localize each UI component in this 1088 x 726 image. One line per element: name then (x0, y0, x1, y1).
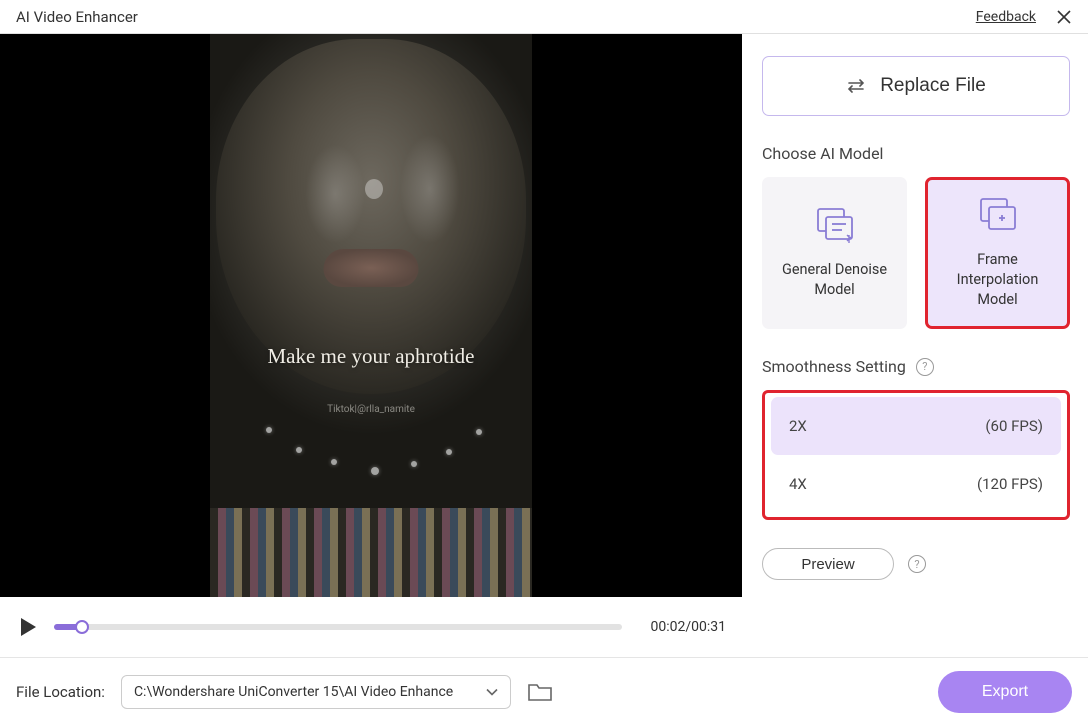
smoothness-header: Smoothness Setting ? (762, 357, 1070, 376)
export-label: Export (982, 683, 1028, 701)
model-frame-interpolation[interactable]: Frame Interpolation Model (925, 177, 1070, 329)
smoothness-label: Smoothness Setting (762, 357, 906, 376)
smoothness-help-icon[interactable]: ? (916, 358, 934, 376)
swap-icon (846, 79, 866, 93)
export-button[interactable]: Export (938, 671, 1072, 713)
smoothness-4x-fps: (120 FPS) (977, 475, 1043, 493)
title-bar: AI Video Enhancer Feedback (0, 0, 1088, 34)
file-path-value: C:\Wondershare UniConverter 15\AI Video … (134, 684, 453, 700)
preview-button[interactable]: Preview (762, 548, 894, 580)
smoothness-4x-mult: 4X (789, 475, 807, 493)
model-section: Choose AI Model General Denoise Model (762, 144, 1070, 329)
model-denoise-label: General Denoise Model (770, 260, 899, 301)
close-icon (1056, 9, 1072, 25)
replace-file-button[interactable]: Replace File (762, 56, 1070, 116)
replace-file-label: Replace File (880, 75, 986, 97)
main-area: Make me your aphrotide Tiktok|@rlla_nami… (0, 34, 1088, 657)
title-right: Feedback (976, 5, 1076, 29)
smoothness-4x[interactable]: 4X (120 FPS) (771, 455, 1061, 513)
denoise-icon (814, 206, 856, 244)
smoothness-options: 2X (60 FPS) 4X (120 FPS) (762, 390, 1070, 520)
smoothness-2x-fps: (60 FPS) (985, 417, 1043, 435)
progress-bar[interactable] (54, 624, 622, 630)
feedback-link[interactable]: Feedback (976, 9, 1036, 25)
smoothness-section: Smoothness Setting ? 2X (60 FPS) 4X (120… (762, 357, 1070, 520)
video-display[interactable]: Make me your aphrotide Tiktok|@rlla_nami… (0, 34, 742, 597)
smoothness-2x[interactable]: 2X (60 FPS) (771, 397, 1061, 455)
file-location-label: File Location: (16, 683, 105, 701)
model-frame-interp-label: Frame Interpolation Model (936, 250, 1059, 311)
choose-model-label: Choose AI Model (762, 144, 1070, 163)
model-denoise[interactable]: General Denoise Model (762, 177, 907, 329)
chevron-down-icon (486, 688, 498, 696)
video-frame: Make me your aphrotide Tiktok|@rlla_nami… (210, 34, 532, 597)
side-panel: Replace File Choose AI Model Gener (742, 34, 1088, 657)
video-caption: Make me your aphrotide (267, 344, 474, 369)
preview-label: Preview (801, 556, 854, 573)
file-path-select[interactable]: C:\Wondershare UniConverter 15\AI Video … (121, 675, 511, 709)
preview-row: Preview ? (762, 548, 1070, 580)
video-panel: Make me your aphrotide Tiktok|@rlla_nami… (0, 34, 742, 657)
preview-help-icon[interactable]: ? (908, 555, 926, 573)
bottom-bar: File Location: C:\Wondershare UniConvert… (0, 657, 1088, 726)
frame-interp-icon (977, 196, 1019, 234)
video-controls: 00:02/00:31 (0, 597, 742, 657)
time-display: 00:02/00:31 (636, 619, 726, 635)
model-row: General Denoise Model Frame Interpolatio… (762, 177, 1070, 329)
smoothness-2x-mult: 2X (789, 417, 807, 435)
close-button[interactable] (1052, 5, 1076, 29)
play-icon (19, 617, 37, 637)
open-folder-button[interactable] (527, 681, 553, 703)
app-title: AI Video Enhancer (16, 8, 138, 26)
play-button[interactable] (16, 615, 40, 639)
progress-thumb[interactable] (75, 620, 89, 634)
